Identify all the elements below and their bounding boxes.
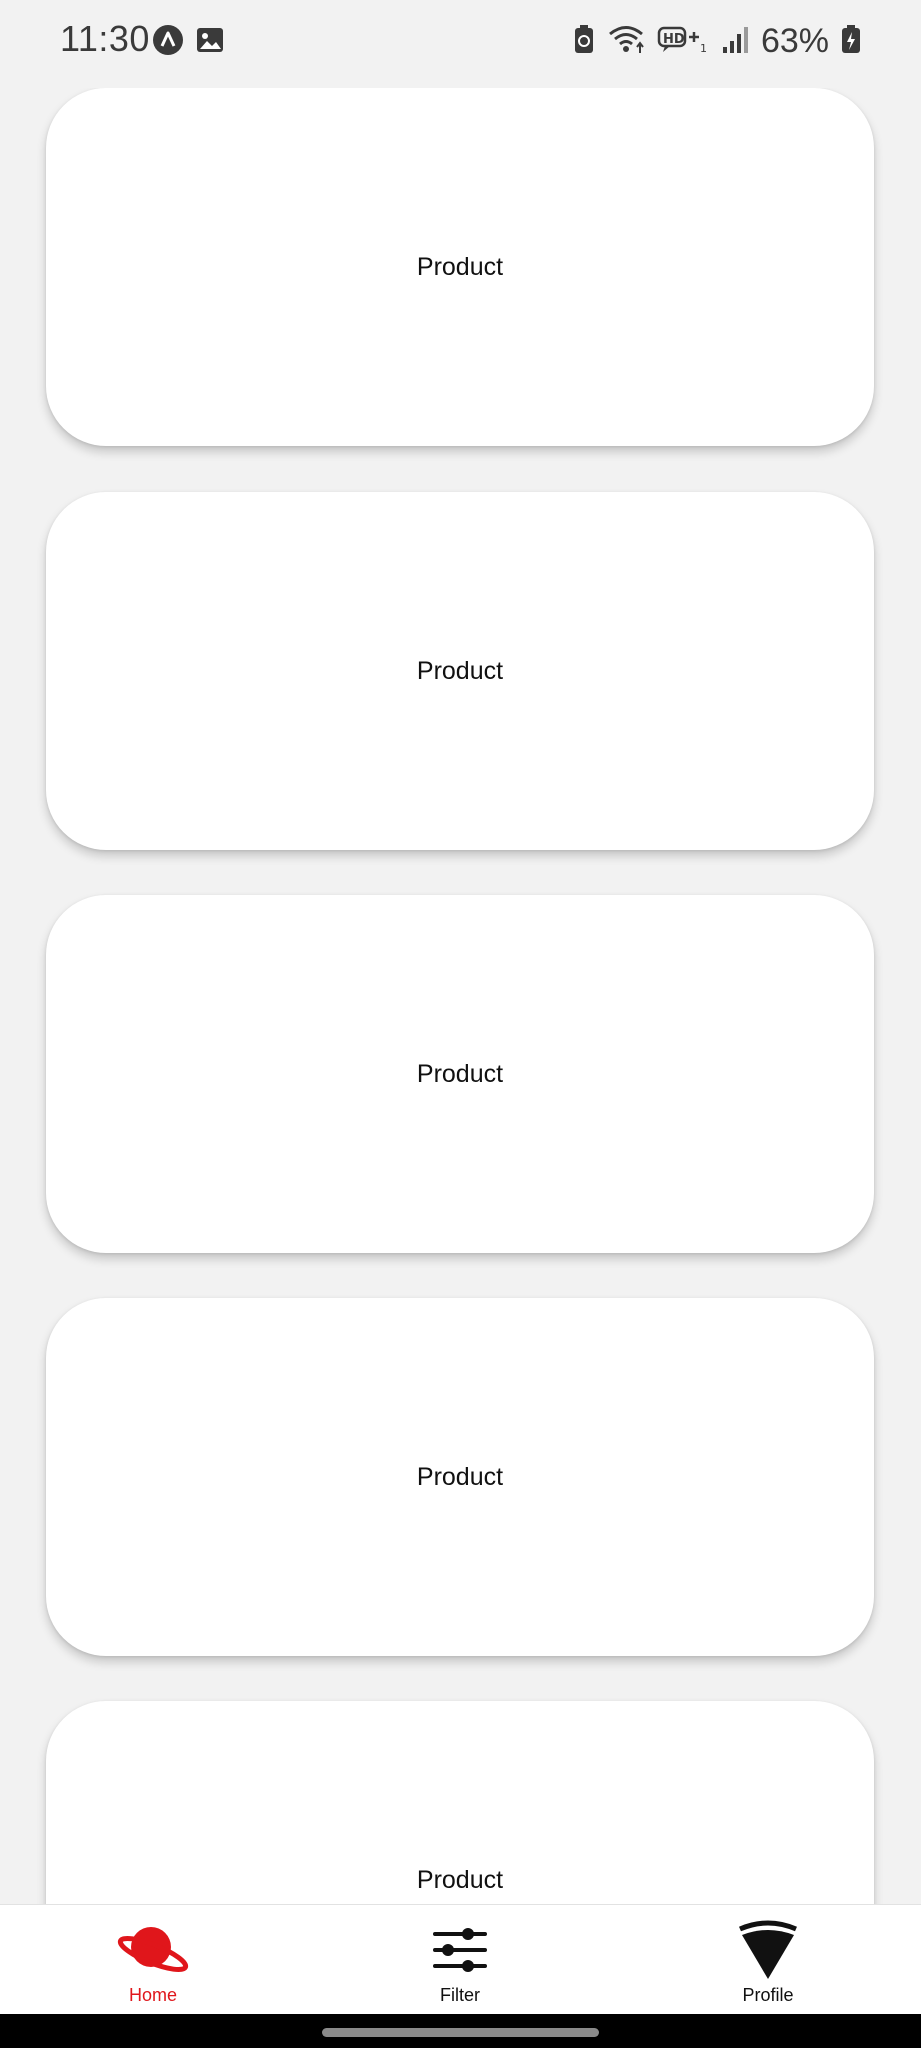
nav-item-home[interactable]: Home [53, 1905, 253, 2015]
product-label: Product [416, 1059, 504, 1088]
bottom-navigation: Home Filter Profile [0, 1904, 921, 2015]
app-a-icon [152, 24, 184, 61]
product-card[interactable]: Product [46, 1701, 874, 1904]
system-navigation-bar [0, 2014, 921, 2048]
hd-voice-icon: HD 1 [657, 23, 709, 60]
nav-label-home: Home [128, 1985, 177, 2005]
svg-text:1: 1 [700, 42, 707, 55]
status-notification-icons [152, 24, 226, 61]
nav-item-filter[interactable]: Filter [360, 1905, 560, 2015]
image-icon [194, 24, 226, 61]
sliders-icon [420, 1919, 500, 1981]
product-card[interactable]: Product [46, 895, 874, 1253]
nav-label-filter: Filter [440, 1985, 480, 2005]
battery-icon [841, 23, 861, 60]
planet-icon [113, 1919, 193, 1981]
product-card[interactable]: Product [46, 1298, 874, 1656]
product-label: Product [416, 1462, 504, 1491]
status-bar: 11:30 HD 1 63% [0, 0, 921, 84]
nav-item-profile[interactable]: Profile [668, 1905, 868, 2015]
app-screen: 11:30 HD 1 63% Product Product Product P… [0, 0, 921, 2048]
product-label: Product [416, 656, 504, 685]
nav-label-profile: Profile [742, 1985, 794, 2005]
product-label: Product [416, 1865, 504, 1894]
product-label: Product [416, 252, 504, 281]
status-time: 11:30 [60, 18, 150, 59]
status-system-icons: HD 1 63% [573, 22, 861, 61]
pizza-icon [728, 1919, 808, 1981]
battery-saver-icon [573, 23, 595, 60]
product-card[interactable]: Product [46, 88, 874, 446]
battery-percent: 63% [760, 22, 829, 60]
svg-text:HD: HD [663, 32, 685, 47]
signal-icon [721, 23, 749, 60]
home-gesture-handle[interactable] [322, 2028, 599, 2037]
product-card[interactable]: Product [46, 492, 874, 850]
product-list[interactable]: Product Product Product Product Product [0, 88, 921, 1904]
wifi-icon [607, 23, 645, 60]
